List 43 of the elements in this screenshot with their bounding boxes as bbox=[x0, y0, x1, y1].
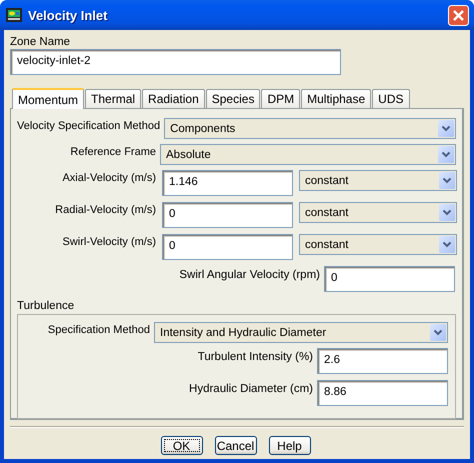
chevron-down-icon bbox=[439, 236, 455, 253]
dropdown[interactable]: constant bbox=[299, 234, 457, 255]
group-title: Turbulence bbox=[17, 300, 76, 312]
app-icon bbox=[6, 8, 22, 22]
input-field[interactable]: 2.6 bbox=[317, 348, 448, 374]
dropdown[interactable]: Components bbox=[164, 118, 456, 139]
field-label: Swirl-Velocity (m/s) bbox=[61, 235, 156, 248]
tab[interactable]: UDS bbox=[372, 89, 410, 108]
field-label: Velocity Specification Method bbox=[17, 119, 160, 132]
input-field[interactable]: velocity-inlet-2 bbox=[10, 49, 341, 75]
tab[interactable]: Thermal bbox=[85, 89, 142, 108]
field-label: Swirl Angular Velocity (rpm) bbox=[179, 268, 320, 281]
dialog-button[interactable]: OK bbox=[160, 436, 202, 455]
input-field[interactable]: 0 bbox=[324, 266, 455, 292]
chevron-down-icon bbox=[439, 172, 455, 189]
dropdown[interactable]: Intensity and Hydraulic Diameter bbox=[154, 322, 448, 343]
field-label: Zone Name bbox=[10, 36, 72, 48]
dropdown[interactable]: constant bbox=[299, 202, 457, 223]
field-label: Hydraulic Diameter (cm) bbox=[189, 382, 313, 395]
tab[interactable]: DPM bbox=[261, 89, 300, 108]
input-field[interactable]: 0 bbox=[162, 202, 293, 228]
field-label: Turbulent Intensity (%) bbox=[198, 350, 313, 363]
close-icon[interactable] bbox=[448, 4, 469, 26]
tab[interactable]: Momentum bbox=[12, 88, 84, 109]
input-field[interactable]: 8.86 bbox=[317, 380, 448, 406]
chevron-down-icon bbox=[439, 204, 455, 221]
dialog-button[interactable]: Cancel bbox=[214, 436, 256, 455]
chevron-down-icon bbox=[430, 324, 446, 341]
dialog-button[interactable]: Help bbox=[268, 436, 310, 455]
chevron-down-icon bbox=[438, 146, 454, 163]
tab[interactable]: Radiation bbox=[142, 89, 205, 108]
chevron-down-icon bbox=[438, 120, 454, 137]
field-label: Radial-Velocity (m/s) bbox=[54, 203, 156, 216]
field-label: Specification Method bbox=[46, 323, 150, 336]
input-field[interactable]: 1.146 bbox=[162, 170, 293, 196]
window-title: Velocity Inlet bbox=[28, 8, 108, 22]
field-label: Axial-Velocity (m/s) bbox=[61, 171, 156, 184]
tab[interactable]: Multiphase bbox=[301, 89, 372, 108]
dropdown[interactable]: constant bbox=[299, 170, 457, 191]
field-label: Reference Frame bbox=[69, 145, 156, 158]
input-field[interactable]: 0 bbox=[162, 234, 293, 260]
dropdown[interactable]: Absolute bbox=[160, 144, 456, 165]
tab[interactable]: Species bbox=[206, 89, 260, 108]
